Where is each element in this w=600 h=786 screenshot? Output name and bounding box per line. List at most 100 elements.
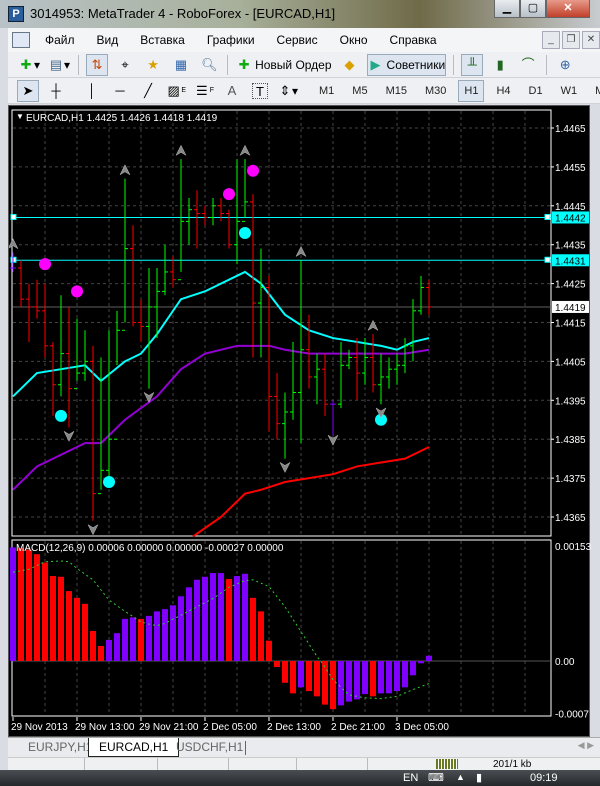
text-icon: A [227,82,237,98]
market-watch-button[interactable]: ⇅ [86,53,109,76]
new-order-button[interactable]: ✚ Новый Ордер [235,54,332,76]
tray-arrow-icon[interactable]: ▲ [456,772,465,782]
profiles-button[interactable]: ▤ ▾ [47,54,71,76]
zoom-in-button[interactable]: ⊕ [554,54,576,76]
macd-histogram-bar [34,554,40,661]
macd-tick-label: 0.00 [555,657,575,668]
time-label: 29 Nov 2013 [11,722,68,733]
timeframe-h1[interactable]: H1 [458,79,485,102]
menu-charts[interactable]: Графики [196,33,266,47]
chart-window[interactable]: 1.4465 1.4455 1.4445 1.4435 1.4425 1.4415 1.44… [7,105,592,738]
timeframe-mn[interactable]: MN [589,80,600,102]
fibo-tool[interactable]: ☰ F [193,80,215,102]
cursor-tool[interactable]: ➤ [17,79,39,102]
trendline-tool[interactable]: ╱ [137,80,159,102]
cyan-signal-dot [103,475,115,488]
price-tick-label: 1.4385 [555,435,586,446]
tab-usdchf[interactable]: USDCHF,H1 [166,738,253,757]
tab-scroll-arrows[interactable]: ◀ ▶ [578,740,594,751]
macd-histogram-bar [234,576,240,661]
menu-help[interactable]: Справка [379,33,448,47]
text-tool[interactable]: A [221,80,243,102]
experts-label: Советники [386,57,446,72]
mdi-minimize-button[interactable]: _ [542,31,560,49]
label-tool[interactable]: T [249,80,271,102]
mdi-close-button[interactable]: ✕ [582,31,600,49]
crosshair-icon: ┼ [51,82,61,98]
macd-histogram-bar [98,645,104,661]
menu-window[interactable]: Окно [329,33,379,47]
network-icon[interactable]: ▮ [476,771,482,784]
timeframe-m15[interactable]: M15 [380,80,413,102]
hline-price-label: 1.4431 [555,256,586,267]
new-chart-button[interactable]: ✚ ▾ [17,54,41,76]
price-tick-label: 1.4365 [555,513,586,524]
timeframe-h4[interactable]: H4 [490,80,516,102]
horizontal-line-tool[interactable]: ─ [109,80,131,102]
menu-tools[interactable]: Сервис [266,33,329,47]
title-bar: P 3014953: MetaTrader 4 - RoboForex - [E… [0,0,600,28]
macd-histogram-bar [58,576,64,661]
fractal-up-arrow-icon [7,238,19,250]
arrows-icon: ⇕ [279,82,291,98]
timeframe-m1[interactable]: M1 [313,80,340,102]
macd-histogram-bar [322,661,328,705]
time-label: 3 Dec 05:00 [395,722,449,733]
vertical-line-tool[interactable]: │ [81,80,103,102]
language-indicator[interactable]: EN [403,772,418,784]
strategy-tester-button[interactable]: 🔍︎ [198,54,220,76]
chart-header: EURCAD,H1 1.4425 1.4426 1.4418 1.4419 [26,113,218,124]
keyboard-icon[interactable]: ⌨ [428,771,444,784]
macd-histogram-bar [162,609,168,661]
timeframe-m30[interactable]: M30 [419,80,452,102]
channel-subscript: E [181,87,186,94]
mdi-restore-button[interactable]: ❐ [562,31,580,49]
new-order-label: Новый Ордер [255,57,332,72]
chart-window-icon[interactable] [12,32,30,48]
crosshair-tool[interactable]: ┼ [45,80,67,102]
timeframe-m5[interactable]: M5 [346,80,373,102]
macd-tick-label: 0.00153 [555,542,591,553]
warning-button[interactable]: ◆ [339,54,361,76]
line-handle [10,213,17,220]
candle-chart-button[interactable]: ▮ [489,54,511,76]
bar-chart-button[interactable]: ╨ [461,53,484,76]
maximize-button[interactable]: ▢ [520,0,546,18]
close-button[interactable]: ✕ [546,0,590,18]
data-window-button[interactable]: ⌖ [114,54,136,76]
text-label-icon: T [252,82,268,99]
macd-histogram-bar [354,661,360,700]
experts-button[interactable]: ▶ Советники [366,53,447,76]
minimize-button[interactable]: ▁ [494,0,520,18]
navigator-button[interactable]: ★ [142,54,164,76]
cyan-signal-dot [239,227,251,240]
macd-histogram-bar [386,661,392,694]
signals [7,144,387,536]
macd-histogram-bar [314,661,320,697]
macd-histogram-bar [258,611,264,661]
fractal-up-arrow-icon [239,144,251,156]
macd-histogram-bar [42,562,48,661]
warning-icon: ◆ [344,56,355,72]
chart-menu-triangle[interactable]: ▼ [16,112,24,121]
macd-histogram-bar [402,661,408,688]
line-chart-button[interactable]: ⌒ [517,54,539,76]
macd-histogram-bar [226,579,232,661]
arrows-tool[interactable]: ⇕ ▾ [277,80,299,102]
terminal-icon: ▦ [174,56,188,72]
time-label: 29 Nov 13:00 [75,722,135,733]
menu-view[interactable]: Вид [86,33,130,47]
macd-histogram-bar [330,661,336,710]
macd-histogram-bar [274,661,280,668]
menu-insert[interactable]: Вставка [129,33,196,47]
macd-histogram-bar [10,547,16,661]
timeframe-d1[interactable]: D1 [523,80,549,102]
timeframe-w1[interactable]: W1 [555,80,584,102]
macd-histogram-bar [138,618,144,661]
chart-canvas[interactable]: 1.4465 1.4455 1.4445 1.4435 1.4425 1.4415 1.44… [7,106,592,738]
macd-histogram-bar [394,661,400,692]
time-label: 2 Dec 21:00 [331,722,385,733]
channel-tool[interactable]: ▨ E [165,80,187,102]
terminal-button[interactable]: ▦ [170,54,192,76]
menu-file[interactable]: Файл [34,33,86,47]
